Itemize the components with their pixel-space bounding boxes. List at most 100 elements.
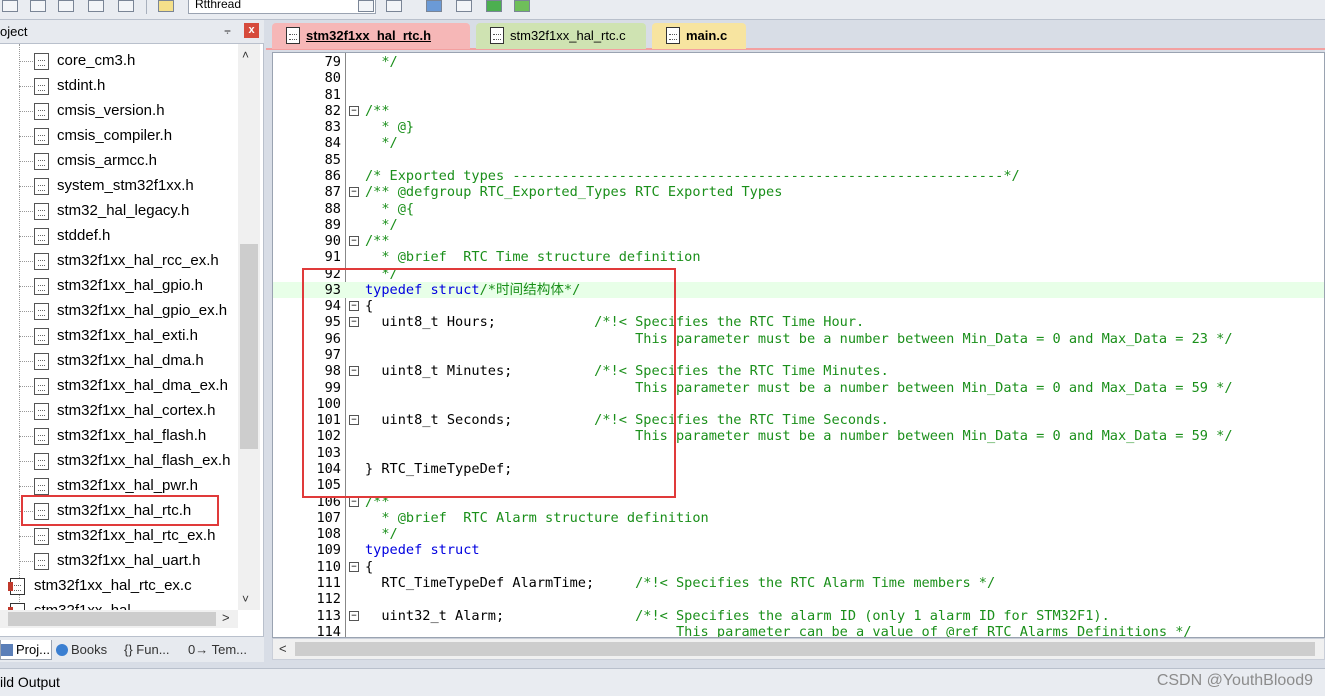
open-icon[interactable] bbox=[2, 0, 18, 12]
tree-item[interactable]: stm32f1xx_hal_gpio_ex.h bbox=[0, 299, 238, 324]
tree-item[interactable]: stddef.h bbox=[0, 224, 238, 249]
code-line[interactable]: 92 */ bbox=[273, 266, 1324, 282]
fold-toggle-icon[interactable]: − bbox=[349, 496, 359, 507]
tab-stm32f1xx-hal-rtc-c[interactable]: stm32f1xx_hal_rtc.c bbox=[476, 23, 646, 49]
target-options-icon[interactable] bbox=[386, 0, 402, 12]
tab-project[interactable]: Proj... bbox=[0, 640, 52, 660]
insert-icon[interactable] bbox=[486, 0, 502, 12]
code-line[interactable]: 91 * @brief RTC Time structure definitio… bbox=[273, 249, 1324, 265]
layers-icon[interactable] bbox=[88, 0, 104, 12]
tree-item[interactable]: stm32f1xx_hal_rtc_ex.c bbox=[0, 574, 238, 599]
code-line[interactable]: 84 */ bbox=[273, 135, 1324, 151]
manage-packs-icon[interactable] bbox=[514, 0, 530, 12]
tree-item[interactable]: stm32f1xx_hal_rtc_ex.h bbox=[0, 524, 238, 549]
copy-icon[interactable] bbox=[456, 0, 472, 12]
fold-toggle-icon[interactable]: − bbox=[349, 187, 359, 198]
window-layout-icon[interactable] bbox=[426, 0, 442, 12]
tree-item[interactable]: stm32f1xx_hal_gpio.h bbox=[0, 274, 238, 299]
tree-horizontal-scrollbar[interactable]: > bbox=[0, 610, 238, 628]
code-line[interactable]: 85 bbox=[273, 152, 1324, 168]
tree-item[interactable]: stm32f1xx_hal_flash.h bbox=[0, 424, 238, 449]
tab-books[interactable]: Books bbox=[56, 640, 118, 660]
code-line[interactable]: 86 /* Exported types --------------------… bbox=[273, 168, 1324, 184]
code-line[interactable]: 96 This parameter must be a number betwe… bbox=[273, 331, 1324, 347]
code-horizontal-scrollbar[interactable]: < bbox=[272, 638, 1325, 660]
tab-main-c[interactable]: main.c bbox=[652, 23, 746, 49]
tree-item[interactable]: stm32_hal_legacy.h bbox=[0, 199, 238, 224]
code-line[interactable]: 90−/** bbox=[273, 233, 1324, 249]
fold-toggle-icon[interactable]: − bbox=[349, 301, 359, 312]
tree-item[interactable]: stm32f1xx_hal_dma.h bbox=[0, 349, 238, 374]
scroll-right-arrow-icon[interactable]: > bbox=[222, 610, 230, 625]
tab-functions[interactable]: {} Fun... bbox=[124, 640, 184, 660]
code-line[interactable]: 95− uint8_t Hours; /*!< Specifies the RT… bbox=[273, 314, 1324, 330]
code-line[interactable]: 80 bbox=[273, 70, 1324, 86]
tree-item[interactable]: system_stm32f1xx.h bbox=[0, 174, 238, 199]
scroll-down-arrow-icon[interactable]: ˅ bbox=[242, 592, 249, 606]
code-line[interactable]: 81 bbox=[273, 87, 1324, 103]
scrollbar-thumb[interactable] bbox=[295, 642, 1315, 656]
tree-item[interactable]: stm32f1xx_hal... bbox=[0, 599, 238, 610]
code-line[interactable]: 94−{ bbox=[273, 298, 1324, 314]
fold-toggle-icon[interactable]: − bbox=[349, 610, 359, 621]
scrollbar-thumb[interactable] bbox=[8, 612, 216, 626]
tree-item[interactable]: cmsis_armcc.h bbox=[0, 149, 238, 174]
tab-templates[interactable]: 0→ Tem... bbox=[188, 640, 260, 660]
tree-item[interactable]: cmsis_compiler.h bbox=[0, 124, 238, 149]
code-line[interactable]: 110−{ bbox=[273, 559, 1324, 575]
tree-item[interactable]: core_cm3.h bbox=[0, 49, 238, 74]
code-editor[interactable]: 79 */80 81 82−/** 83 * @} 84 */85 86/* Export… bbox=[272, 52, 1325, 638]
code-line[interactable]: 113− uint32_t Alarm; /*!< Specifies the … bbox=[273, 608, 1324, 624]
code-line[interactable]: 106−/** bbox=[273, 494, 1324, 510]
code-line[interactable]: 107 * @brief RTC Alarm structure definit… bbox=[273, 510, 1324, 526]
code-line[interactable]: 99 This parameter must be a number betwe… bbox=[273, 380, 1324, 396]
code-line[interactable]: 114 This parameter can be a value of @re… bbox=[273, 624, 1324, 637]
tree-item[interactable]: stm32f1xx_hal_flash_ex.h bbox=[0, 449, 238, 474]
code-line[interactable]: 100 bbox=[273, 396, 1324, 412]
close-panel-icon[interactable]: x bbox=[244, 23, 259, 38]
code-line[interactable]: 104} RTC_TimeTypeDef; bbox=[273, 461, 1324, 477]
fold-toggle-icon[interactable]: − bbox=[349, 366, 359, 377]
fold-toggle-icon[interactable]: − bbox=[349, 236, 359, 247]
tree-item[interactable]: stm32f1xx_hal_rcc_ex.h bbox=[0, 249, 238, 274]
code-line[interactable]: 98− uint8_t Minutes; /*!< Specifies the … bbox=[273, 363, 1324, 379]
target-select[interactable]: Rtthread bbox=[188, 0, 376, 14]
code-line[interactable]: 102 This parameter must be a number betw… bbox=[273, 428, 1324, 444]
tree-item[interactable]: stm32f1xx_hal_cortex.h bbox=[0, 399, 238, 424]
code-line[interactable]: 83 * @} bbox=[273, 119, 1324, 135]
fold-toggle-icon[interactable]: − bbox=[349, 561, 359, 572]
tree-vertical-scrollbar[interactable]: ˄ ˅ bbox=[238, 44, 260, 610]
tree-item[interactable]: stm32f1xx_hal_uart.h bbox=[0, 549, 238, 574]
code-line[interactable]: 105 bbox=[273, 477, 1324, 493]
tree-item[interactable]: stdint.h bbox=[0, 74, 238, 99]
code-line[interactable]: 88 * @{ bbox=[273, 201, 1324, 217]
code-line[interactable]: 93 typedef struct/*时间结构体*/ bbox=[273, 281, 1324, 299]
tree-item[interactable]: stm32f1xx_hal_rtc.h bbox=[0, 495, 238, 526]
pin-icon[interactable]: ⨪ bbox=[224, 23, 231, 38]
scrollbar-thumb[interactable] bbox=[240, 244, 258, 449]
code-line[interactable]: 112 bbox=[273, 591, 1324, 607]
save-icon[interactable] bbox=[30, 0, 46, 12]
scroll-left-arrow-icon[interactable]: < bbox=[279, 641, 287, 656]
code-line[interactable]: 101− uint8_t Seconds; /*!< Specifies the… bbox=[273, 412, 1324, 428]
code-line[interactable]: 89 */ bbox=[273, 217, 1324, 233]
code-line[interactable]: 97 bbox=[273, 347, 1324, 363]
fold-toggle-icon[interactable]: − bbox=[349, 317, 359, 328]
fold-toggle-icon[interactable]: − bbox=[349, 415, 359, 426]
code-line[interactable]: 108 */ bbox=[273, 526, 1324, 542]
code-line[interactable]: 87−/** @defgroup RTC_Exported_Types RTC … bbox=[273, 184, 1324, 200]
code-line[interactable]: 79 */ bbox=[273, 54, 1324, 70]
code-line[interactable]: 82−/** bbox=[273, 103, 1324, 119]
tree-item[interactable]: stm32f1xx_hal_exti.h bbox=[0, 324, 238, 349]
tree-item[interactable]: cmsis_version.h bbox=[0, 99, 238, 124]
scroll-up-arrow-icon[interactable]: ˄ bbox=[242, 48, 249, 62]
code-line[interactable]: 109 typedef struct bbox=[273, 542, 1324, 558]
save-all-icon[interactable] bbox=[58, 0, 74, 12]
code-line[interactable]: 111 RTC_TimeTypeDef AlarmTime; /*!< Spec… bbox=[273, 575, 1324, 591]
dropdown-arrow-icon[interactable] bbox=[358, 0, 374, 12]
find-icon[interactable] bbox=[118, 0, 134, 12]
tree-item[interactable]: stm32f1xx_hal_dma_ex.h bbox=[0, 374, 238, 399]
code-line[interactable]: 103 bbox=[273, 445, 1324, 461]
download-icon[interactable] bbox=[158, 0, 174, 12]
tab-stm32f1xx-hal-rtc-h[interactable]: stm32f1xx_hal_rtc.h bbox=[272, 23, 470, 49]
